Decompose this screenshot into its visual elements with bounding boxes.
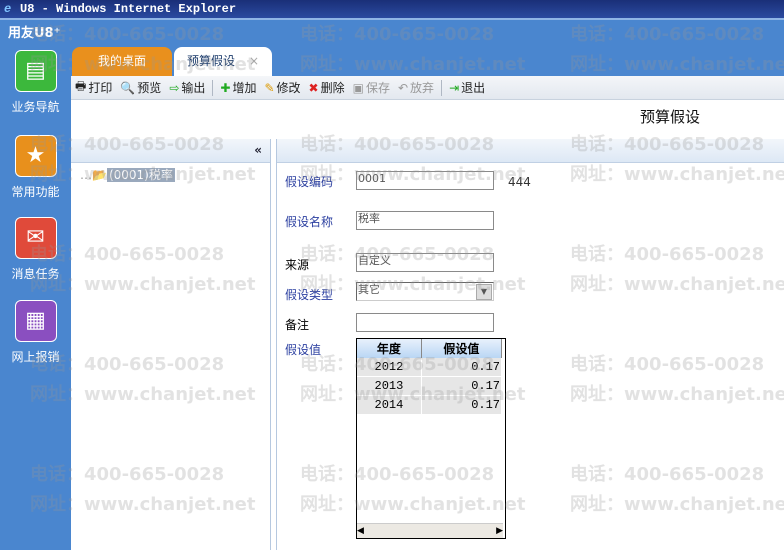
form-pane — [276, 139, 784, 550]
tab-my-desktop[interactable]: 我的桌面 — [72, 47, 172, 76]
horizontal-scrollbar[interactable]: ◀ ▶ — [357, 523, 503, 538]
code-field[interactable]: 0001 — [356, 171, 494, 190]
mail-icon: ✉ — [14, 217, 57, 259]
preview-button[interactable]: 🔍 预览 — [120, 79, 161, 96]
values-label: 假设值 — [285, 343, 322, 357]
save-button[interactable]: ▣ 保存 — [353, 79, 390, 96]
tab-budget-assumption[interactable]: 预算假设 × — [174, 47, 272, 76]
column-header-year[interactable]: 年度 — [357, 339, 422, 358]
note-label: 备注 — [285, 318, 310, 332]
sidebar-item-business-nav[interactable]: ▤ 业务导航 — [0, 50, 71, 115]
column-header-value[interactable]: 假设值 — [421, 339, 503, 358]
source-label: 来源 — [285, 258, 310, 272]
print-button[interactable]: 🖶 打印 — [75, 77, 112, 98]
collapse-button[interactable]: « — [254, 143, 262, 157]
window-titlebar: e U8 - Windows Internet Explorer — [0, 0, 784, 18]
tree-node[interactable]: …📂 (0001)税率 — [80, 166, 175, 183]
save-icon: ▣ — [352, 80, 364, 95]
tree-icon: ▤ — [14, 50, 57, 92]
code-label: 假设编码 — [285, 175, 334, 189]
clipboard-icon: ▦ — [14, 300, 57, 342]
scroll-left-icon[interactable]: ◀ — [357, 524, 364, 538]
brand-logo: 用友U8⁺ — [8, 26, 61, 41]
add-icon: ✚ — [220, 80, 231, 95]
exit-button[interactable]: ⇥ 退出 — [449, 79, 485, 96]
page-title: 预算假设 — [640, 108, 701, 126]
values-grid: 年度 假设值 2012 0.17 2013 0.17 2014 0.17 ◀ ▶ — [356, 338, 506, 539]
code-extra: 444 — [508, 175, 531, 189]
toolbar: 🖶 打印 🔍 预览 ⇨ 输出 ✚ 增加 ✎ 修改 ✖ 删除 ▣ 保存 ↶ 放弃 ⇥ 退出 — [71, 76, 784, 100]
note-field[interactable] — [356, 313, 494, 332]
table-row[interactable]: 2013 0.17 — [357, 376, 503, 396]
discard-icon: ↶ — [397, 80, 409, 95]
star-icon: ★ — [14, 135, 57, 177]
type-label: 假设类型 — [285, 288, 334, 302]
close-tab-icon[interactable]: × — [249, 54, 259, 68]
table-row[interactable]: 2014 0.17 — [357, 395, 503, 415]
discard-button[interactable]: ↶ 放弃 — [398, 79, 434, 96]
type-select[interactable]: 其它 ▼ — [356, 282, 494, 301]
delete-icon: ✖ — [308, 80, 319, 95]
tree-pane: « — [71, 139, 271, 550]
export-button[interactable]: ⇨ 输出 — [169, 79, 205, 96]
printer-icon: 🖶 — [75, 79, 87, 93]
ie-icon: e — [4, 2, 12, 16]
sidebar-item-online-reimburse[interactable]: ▦ 网上报销 — [0, 300, 71, 365]
source-field[interactable]: 自定义 — [356, 253, 494, 272]
sidebar-item-messages[interactable]: ✉ 消息任务 — [0, 217, 71, 282]
sidebar-item-common-functions[interactable]: ★ 常用功能 — [0, 135, 71, 200]
toolbar-separator — [441, 79, 443, 96]
folder-icon: 📂 — [92, 168, 107, 182]
delete-button[interactable]: ✖ 删除 — [309, 79, 345, 96]
exit-icon: ⇥ — [449, 80, 460, 95]
toolbar-separator — [212, 79, 214, 96]
table-row[interactable]: 2012 0.17 — [357, 358, 503, 377]
export-icon: ⇨ — [169, 80, 180, 95]
preview-icon: 🔍 — [120, 80, 136, 95]
scroll-right-icon[interactable]: ▶ — [496, 524, 503, 538]
chevron-down-icon[interactable]: ▼ — [476, 284, 492, 300]
edit-button[interactable]: ✎ 修改 — [264, 79, 300, 96]
add-button[interactable]: ✚ 增加 — [220, 79, 256, 96]
name-label: 假设名称 — [285, 215, 334, 229]
pencil-icon: ✎ — [264, 80, 275, 95]
name-field[interactable]: 税率 — [356, 211, 494, 230]
